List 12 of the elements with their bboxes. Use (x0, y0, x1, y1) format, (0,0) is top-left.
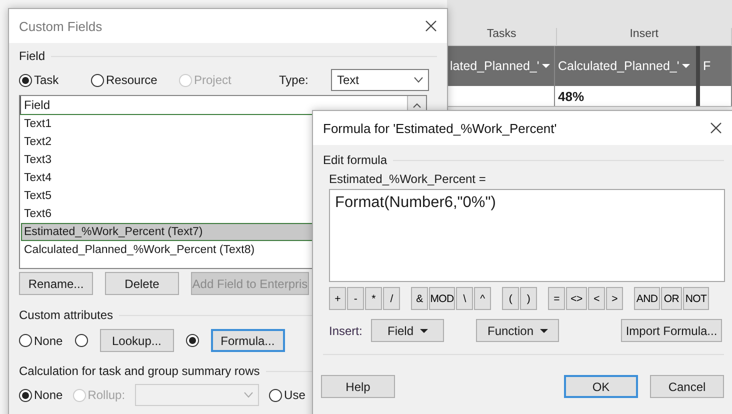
column-title: Calculated_Planned_' (558, 59, 680, 73)
table-cell: 48% (558, 88, 584, 104)
section-label: Edit formula (323, 153, 388, 167)
column-title: lated_Planned_' (450, 59, 540, 73)
ribbon-group-label: Insert (557, 28, 732, 45)
section-label: Custom attributes (19, 308, 114, 322)
section-label: Calculation for task and group summary rows (19, 364, 260, 378)
section-label: Field (19, 49, 46, 63)
type-label: Type: (279, 73, 310, 87)
insert-label: Insert: (329, 324, 364, 338)
window-title: Custom Fields (19, 18, 102, 34)
column-title: F (703, 59, 711, 73)
